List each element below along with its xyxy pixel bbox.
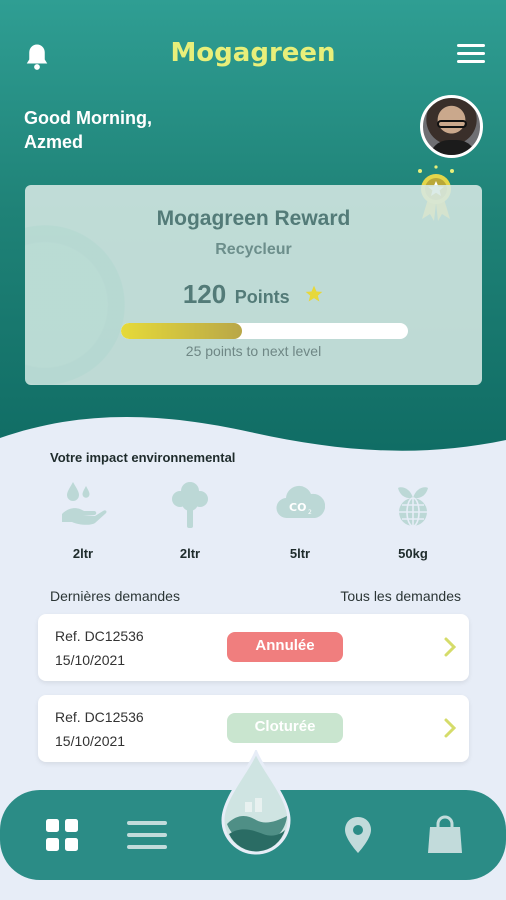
impact-value: 2ltr (72, 546, 94, 561)
chevron-right-icon[interactable] (443, 636, 457, 658)
request-card[interactable]: Ref. DC12536 15/10/2021 Annulée (38, 614, 469, 681)
points-progress-bar (121, 323, 408, 339)
impact-title: Votre impact environnemental (50, 450, 236, 465)
points-value: 120 (182, 279, 227, 309)
greeting-line: Good Morning, (24, 108, 152, 128)
reward-title: Mogagreen Reward (156, 207, 351, 230)
recent-requests-title: Dernières demandes (50, 588, 180, 604)
request-ref: Ref. DC12536 (55, 709, 144, 725)
status-badge: Annulée (227, 632, 343, 662)
request-date: 15/10/2021 (55, 652, 126, 668)
all-requests-link[interactable]: Tous les demandes (340, 588, 461, 604)
water-drop-logo[interactable] (219, 750, 293, 860)
list-icon[interactable] (125, 815, 169, 855)
user-name: Azmed (24, 132, 84, 152)
status-badge: Cloturée (227, 713, 343, 743)
svg-text:2: 2 (308, 509, 312, 516)
impact-item-globe: 50kg (373, 478, 453, 561)
impact-value: 5ltr (289, 546, 311, 561)
hamburger-menu-icon[interactable] (457, 44, 485, 68)
impact-value: 50kg (398, 546, 428, 561)
globe-plant-icon (398, 487, 428, 527)
request-date: 15/10/2021 (55, 733, 126, 749)
tree-icon (172, 482, 208, 528)
impact-item-tree: 2ltr (150, 478, 230, 561)
dashboard-grid-icon[interactable] (40, 815, 84, 855)
greeting: Good Morning, Azmed (24, 106, 152, 154)
co2-cloud-icon: CO 2 (276, 485, 325, 519)
points-row: 120 Points (25, 279, 482, 310)
reward-card: Mogagreen Reward Recycleur 120 Points 25… (25, 185, 482, 385)
chevron-right-icon[interactable] (443, 717, 457, 739)
reward-level: Recycleur (215, 241, 292, 258)
impact-value: 2ltr (179, 546, 201, 561)
water-hand-icon (62, 482, 107, 525)
avatar-glasses (437, 120, 467, 128)
shopping-bag-icon[interactable] (423, 815, 467, 855)
progress-fill (121, 323, 242, 339)
request-info: Ref. DC12536 15/10/2021 (55, 624, 144, 672)
impact-item-water: 2ltr (43, 478, 123, 561)
avatar[interactable] (420, 95, 483, 158)
top-bar: Mogagreen (0, 30, 506, 80)
svg-text:CO: CO (289, 501, 306, 514)
star-icon (305, 285, 323, 302)
request-ref: Ref. DC12536 (55, 628, 144, 644)
app-title: Mogagreen (170, 38, 336, 68)
points-label: Points (234, 287, 290, 307)
request-info: Ref. DC12536 15/10/2021 (55, 705, 144, 753)
next-level-text: 25 points to next level (185, 343, 322, 359)
impact-item-co2: CO 2 5ltr (260, 478, 340, 561)
location-pin-icon[interactable] (336, 815, 380, 855)
